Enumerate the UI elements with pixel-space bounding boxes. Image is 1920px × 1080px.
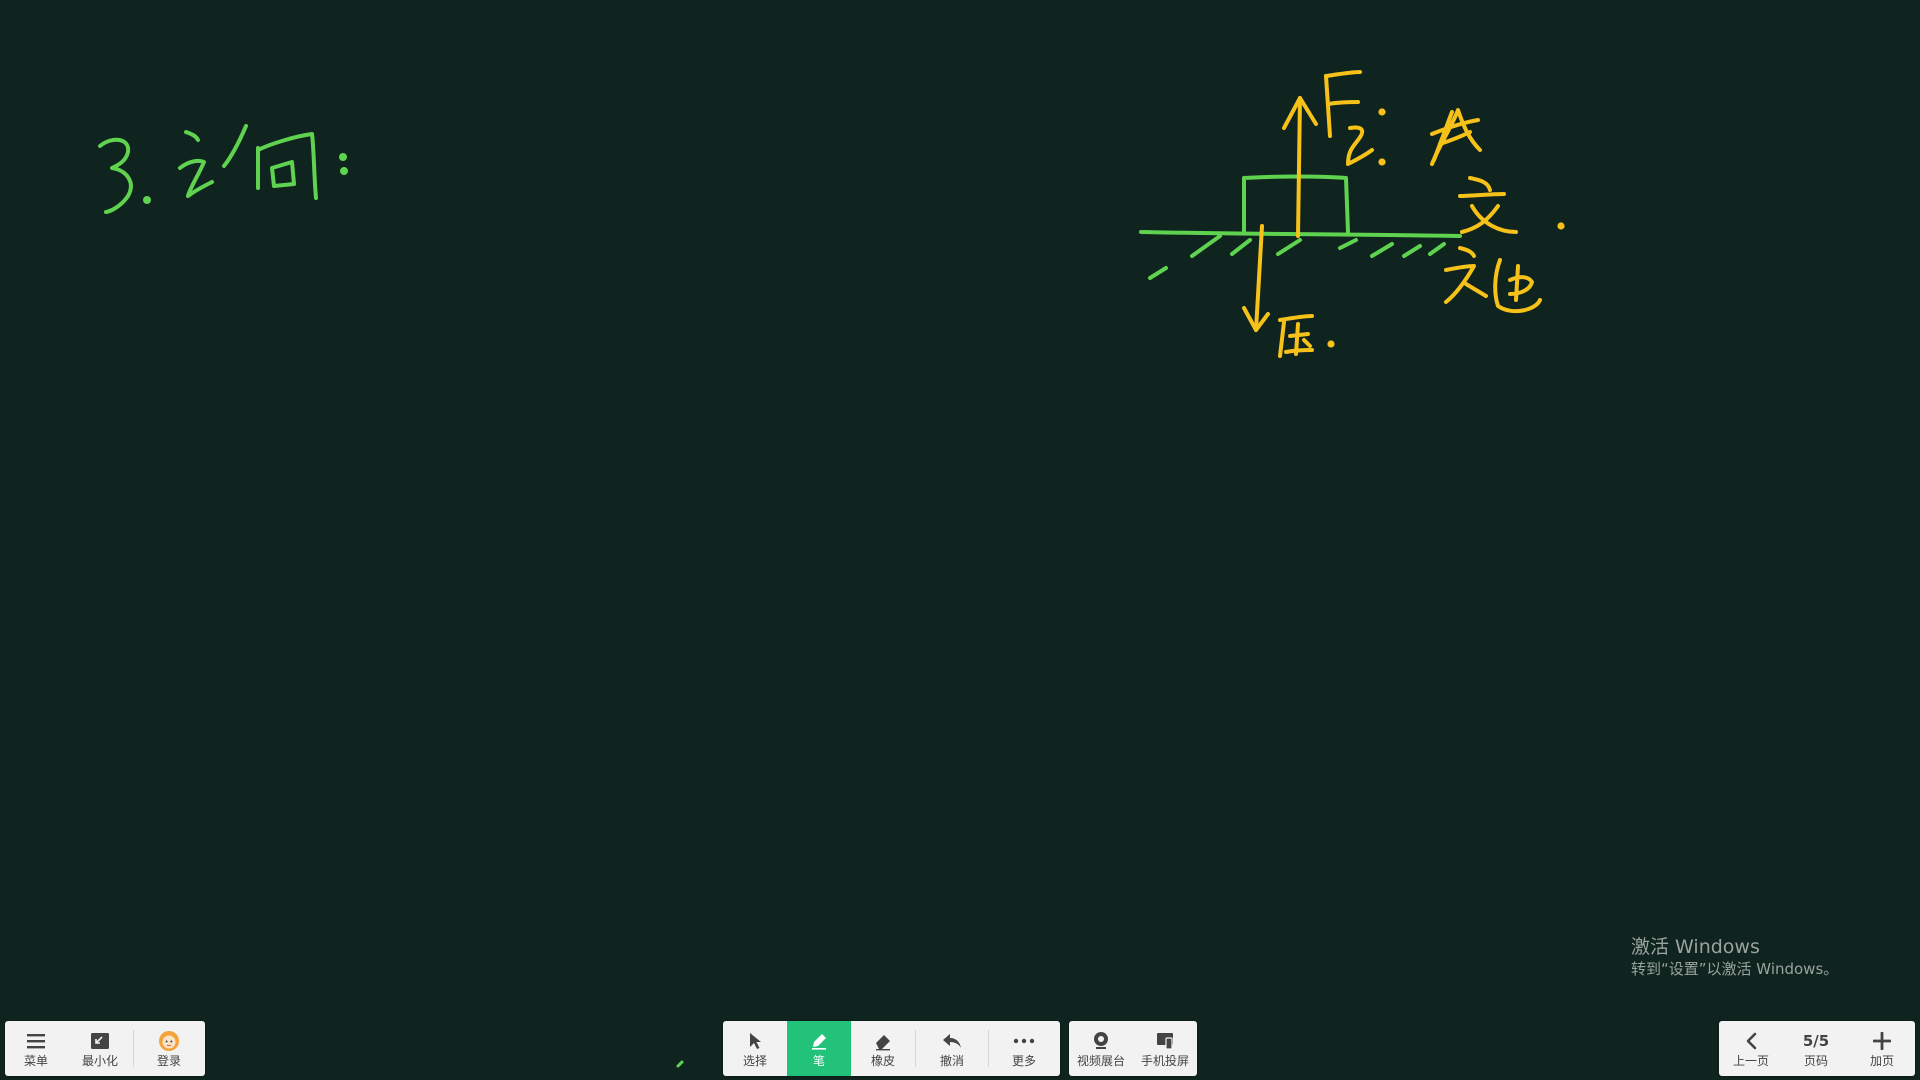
select-button[interactable]: 选择: [723, 1021, 787, 1076]
eraser-button[interactable]: 橡皮: [851, 1021, 915, 1076]
page-indicator[interactable]: 5/5 页码: [1783, 1021, 1849, 1076]
login-label: 登录: [156, 1053, 181, 1068]
more-icon: [1013, 1030, 1035, 1052]
undo-icon: [941, 1030, 963, 1052]
plus-icon: [1871, 1030, 1893, 1052]
add-page-button[interactable]: 加页: [1849, 1021, 1915, 1076]
prev-page-button[interactable]: 上一页: [1719, 1021, 1783, 1076]
undo-label: 撤消: [939, 1053, 964, 1068]
chevron-left-icon: [1740, 1030, 1762, 1052]
watermark-line-1: 激活 Windows: [1631, 936, 1760, 958]
hamburger-icon: [25, 1030, 47, 1052]
add-page-label: 加页: [1869, 1053, 1894, 1068]
toolbar-media: 视频展台 手机投屏: [1069, 1021, 1197, 1076]
windows-activation-watermark: 激活 Windows 转到“设置”以激活 Windows。: [1631, 936, 1838, 979]
camera-button[interactable]: 视频展台: [1069, 1021, 1133, 1076]
minimize-icon: [89, 1030, 111, 1052]
eraser-icon: [872, 1030, 894, 1052]
ink-heading: [98, 124, 348, 214]
eraser-label: 橡皮: [870, 1053, 895, 1068]
toolbar-left: 菜单 最小化 登录: [5, 1021, 205, 1076]
toolbar-right: 上一页 5/5 页码 加页: [1719, 1021, 1915, 1076]
minimize-label: 最小化: [81, 1053, 118, 1068]
undo-button[interactable]: 撤消: [916, 1021, 988, 1076]
pen-label: 笔: [812, 1053, 825, 1068]
watermark-line-2: 转到“设置”以激活 Windows。: [1631, 959, 1839, 978]
minimize-button[interactable]: 最小化: [67, 1021, 133, 1076]
toolbar-center: 选择 笔 橡皮 撤消 更多: [723, 1021, 1060, 1076]
pen-icon: [808, 1030, 830, 1052]
avatar-icon: [158, 1030, 180, 1052]
login-button[interactable]: 登录: [134, 1021, 204, 1076]
menu-button[interactable]: 菜单: [5, 1021, 67, 1076]
page-number: 5/5: [1802, 1031, 1830, 1050]
whiteboard-canvas[interactable]: [0, 0, 1920, 1080]
page-label: 页码: [1803, 1053, 1828, 1068]
phone-cast-icon: [1154, 1030, 1176, 1052]
pen-button[interactable]: 笔: [787, 1021, 851, 1076]
more-button[interactable]: 更多: [989, 1021, 1059, 1076]
more-label: 更多: [1011, 1053, 1036, 1068]
camera-label: 视频展台: [1076, 1053, 1125, 1068]
ink-dot: [676, 1060, 684, 1068]
cursor-icon: [744, 1030, 766, 1052]
menu-label: 菜单: [23, 1053, 48, 1068]
phone-cast-button[interactable]: 手机投屏: [1133, 1021, 1197, 1076]
select-label: 选择: [742, 1053, 767, 1068]
ink-diagram-forces: [1242, 70, 1565, 358]
prev-page-label: 上一页: [1732, 1053, 1769, 1068]
camera-icon: [1090, 1030, 1112, 1052]
phone-cast-label: 手机投屏: [1140, 1053, 1189, 1068]
